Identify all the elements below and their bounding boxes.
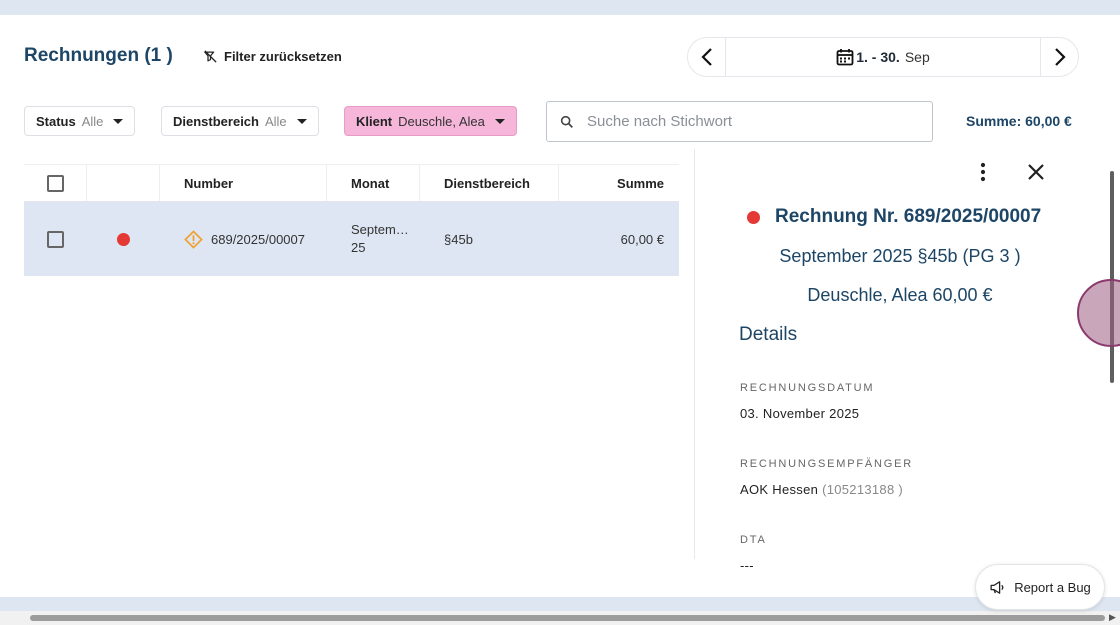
filter-reset-label: Filter zurücksetzen bbox=[224, 49, 342, 64]
chevron-right-icon bbox=[1054, 48, 1066, 66]
field-label-dta: DTA bbox=[740, 534, 767, 546]
header-status-cell bbox=[87, 165, 160, 201]
table-row[interactable]: 689/2025/00007 Septem… 25 §45b 60,00 € bbox=[24, 202, 679, 276]
invoice-detail-panel: Rechnung Nr. 689/2025/00007 September 20… bbox=[695, 149, 1105, 579]
klient-filter[interactable]: Klient Deuschle, Alea bbox=[344, 106, 517, 136]
detail-client-amount: Deuschle, Alea 60,00 € bbox=[807, 285, 993, 305]
status-dot-icon bbox=[117, 232, 130, 246]
close-icon bbox=[1028, 164, 1044, 180]
previous-period-button[interactable] bbox=[688, 38, 726, 76]
caret-down-icon bbox=[494, 118, 505, 124]
search-input[interactable] bbox=[587, 113, 907, 130]
chevron-left-icon bbox=[700, 48, 712, 66]
filter-reset-button[interactable]: Filter zurücksetzen bbox=[203, 49, 342, 64]
dienstbereich-filter[interactable]: Dienstbereich Alle bbox=[161, 106, 319, 136]
row-summe: 60,00 € bbox=[620, 231, 664, 247]
row-monat-line1: Septem… bbox=[351, 222, 409, 237]
row-dienstbereich: §45b bbox=[444, 231, 473, 247]
caret-down-icon bbox=[296, 118, 307, 124]
row-number: 689/2025/00007 bbox=[211, 231, 305, 247]
row-monat-cell: Septem… 25 bbox=[351, 202, 421, 276]
detail-subtitle: September 2025 §45b (PG 3 ) bbox=[779, 246, 1021, 266]
field-value-extra: (105213188 ) bbox=[822, 482, 904, 497]
filter-off-icon bbox=[204, 50, 217, 63]
vertical-scrollbar[interactable] bbox=[1110, 171, 1114, 383]
invoice-table: Number Monat Dienstbereich Summe 689/202… bbox=[24, 164, 679, 276]
status-filter[interactable]: Status Alle bbox=[24, 106, 136, 136]
field-value-rechnungsempfaenger: AOK Hessen (105213188 ) bbox=[740, 482, 903, 497]
search-box bbox=[546, 101, 933, 142]
select-all-checkbox[interactable] bbox=[46, 174, 64, 192]
page-title: Rechnungen (1 ) bbox=[24, 45, 173, 66]
field-label-rechnungsdatum: RECHNUNGSDATUM bbox=[740, 382, 875, 394]
dienstbereich-filter-value: Alle bbox=[264, 113, 287, 129]
field-value-text: --- bbox=[740, 558, 754, 573]
search-icon bbox=[560, 115, 573, 128]
field-value-dta: --- bbox=[740, 558, 754, 573]
top-bar bbox=[0, 0, 1120, 15]
klient-filter-value: Deuschle, Alea bbox=[398, 113, 485, 129]
date-range-month: Sep bbox=[904, 49, 930, 65]
field-label-rechnungsempfaenger: RECHNUNGSEMPFÄNGER bbox=[740, 458, 913, 470]
field-value-text: 03. November 2025 bbox=[740, 406, 860, 421]
row-checkbox[interactable] bbox=[47, 230, 64, 248]
report-bug-button[interactable]: Report a Bug bbox=[975, 564, 1105, 610]
status-dot-icon bbox=[747, 210, 760, 224]
megaphone-icon bbox=[990, 580, 1004, 594]
dienstbereich-filter-key: Dienstbereich bbox=[173, 113, 259, 129]
row-select-cell bbox=[24, 202, 87, 276]
field-value-rechnungsdatum: 03. November 2025 bbox=[740, 406, 859, 421]
date-range-days: 1. - 30. bbox=[856, 49, 900, 65]
row-status-cell bbox=[87, 202, 160, 276]
close-detail-button[interactable] bbox=[1027, 163, 1045, 186]
row-monat-line2: 25 bbox=[351, 240, 366, 255]
total-sum: Summe: 60,00 € bbox=[966, 113, 1072, 129]
row-number-cell: 689/2025/00007 bbox=[184, 202, 334, 276]
header-summe[interactable]: Summe bbox=[559, 165, 679, 201]
header-monat[interactable]: Monat bbox=[327, 165, 420, 201]
date-navigator: 1. - 30. Sep bbox=[687, 37, 1079, 77]
next-period-button[interactable] bbox=[1040, 38, 1078, 76]
status-filter-key: Status bbox=[36, 113, 76, 129]
horizontal-scrollbar-thumb[interactable] bbox=[30, 615, 1105, 621]
warning-diamond-icon bbox=[184, 229, 203, 249]
more-vertical-icon bbox=[980, 162, 986, 182]
field-value-text: AOK Hessen bbox=[740, 482, 819, 497]
date-range-picker[interactable]: 1. - 30. Sep bbox=[726, 38, 1040, 76]
caret-down-icon bbox=[113, 118, 124, 124]
detail-title-text: Rechnung Nr. 689/2025/00007 bbox=[775, 206, 1042, 227]
details-heading: Details bbox=[739, 324, 798, 345]
header-number[interactable]: Number bbox=[160, 165, 327, 201]
status-filter-value: Alle bbox=[81, 113, 104, 129]
detail-title: Rechnung Nr. 689/2025/00007 bbox=[747, 206, 1041, 228]
scroll-right-arrow-icon[interactable]: ▶ bbox=[1109, 612, 1116, 623]
table-header: Number Monat Dienstbereich Summe bbox=[24, 164, 679, 202]
header-dienstbereich[interactable]: Dienstbereich bbox=[420, 165, 559, 201]
klient-filter-key: Klient bbox=[356, 113, 393, 129]
report-bug-label: Report a Bug bbox=[1014, 579, 1091, 595]
calendar-icon bbox=[836, 49, 854, 66]
more-options-button[interactable] bbox=[975, 161, 991, 188]
header-select-cell bbox=[24, 165, 87, 201]
